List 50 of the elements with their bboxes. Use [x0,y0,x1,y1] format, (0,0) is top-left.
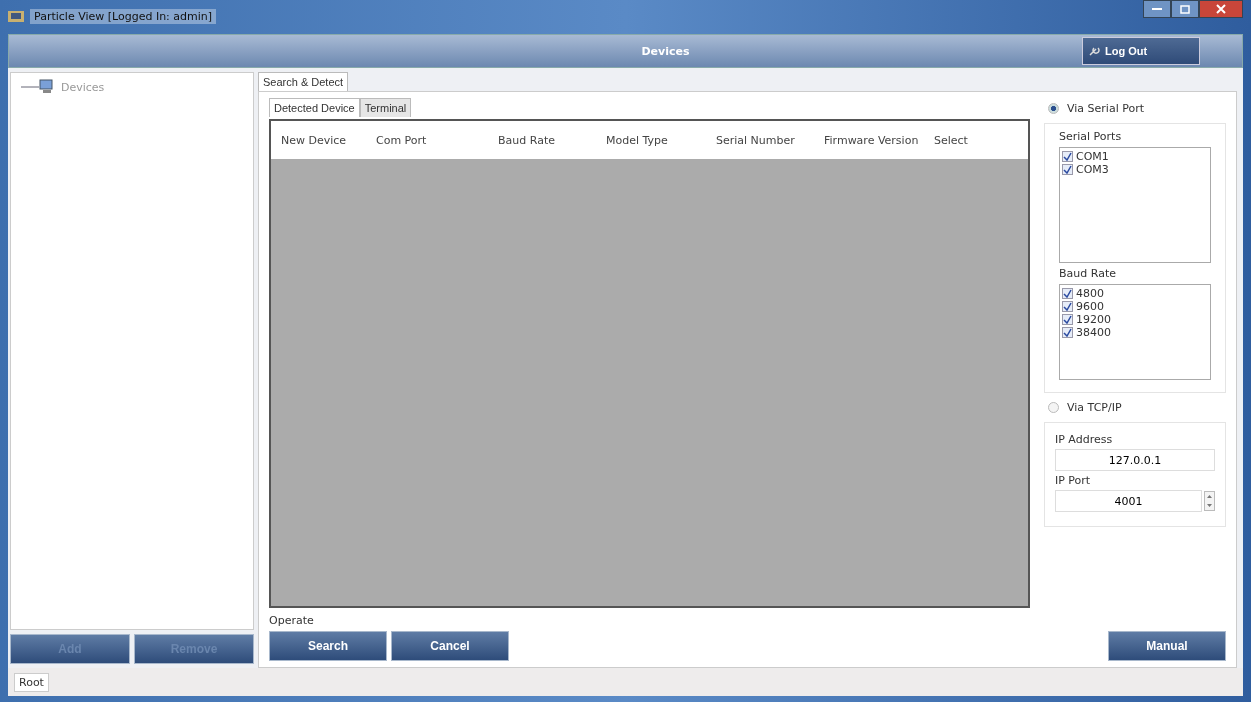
app-icon [8,9,24,23]
minimize-button[interactable] [1143,0,1171,18]
close-button[interactable] [1199,0,1243,18]
manual-button[interactable]: Manual [1108,631,1226,661]
radio-button[interactable] [1048,103,1059,114]
action-button[interactable]: Cancel [391,631,509,661]
field-label: IP Address [1055,433,1114,446]
maximize-button[interactable] [1171,0,1199,18]
spinner-arrows-icon [1204,491,1215,511]
logout-button[interactable]: Log Out [1082,37,1200,65]
checkbox[interactable] [1062,151,1073,162]
group-title: Operate [269,614,315,627]
checkbox-label: COM3 [1076,163,1109,176]
radio-label: Via Serial Port [1067,102,1144,115]
header-title: Devices [640,44,690,58]
tab[interactable]: Search & Detect [258,72,349,91]
radio-button[interactable] [1048,402,1059,413]
checkbox[interactable] [1062,288,1073,299]
maximize-icon [1180,4,1190,14]
checkbox-label: 9600 [1076,300,1104,313]
column-header: Select [934,133,969,147]
column-header: Model Type [606,133,669,147]
column-header: Baud Rate [498,133,556,147]
tab[interactable]: Detected Device [269,98,360,117]
field-label: IP Port [1055,474,1092,487]
column-header: Com Port [376,133,428,147]
column-header: Serial Number [716,133,796,147]
checkbox-label: 4800 [1076,287,1104,300]
radio-option[interactable]: Via Serial Port [1044,100,1226,117]
radio-label: Via TCP/IP [1067,401,1122,414]
group-title: Serial Ports [1059,130,1123,143]
column-header: New Device [281,133,348,147]
checkbox[interactable] [1062,314,1073,325]
window-title: Particle View [Logged In: admin] [30,8,217,24]
checkbox[interactable] [1062,164,1073,175]
tab[interactable]: Terminal [359,98,412,117]
status-text: Root [14,672,49,692]
spin-field[interactable]: 4001 [1055,490,1202,512]
checkbox-label: 19200 [1076,313,1111,326]
checkbox[interactable] [1062,327,1073,338]
group-title: Baud Rate [1059,267,1117,280]
input-field[interactable]: 127.0.0.1 [1055,449,1215,471]
column-header: Firmware Version [824,133,920,147]
checkbox-label: 38400 [1076,326,1111,339]
close-icon [1216,4,1226,14]
checkbox[interactable] [1062,301,1073,312]
minimize-icon [1152,7,1162,11]
action-button[interactable]: Search [269,631,387,661]
radio-option[interactable]: Via TCP/IP [1044,399,1226,416]
checkbox-label: COM1 [1076,150,1109,163]
